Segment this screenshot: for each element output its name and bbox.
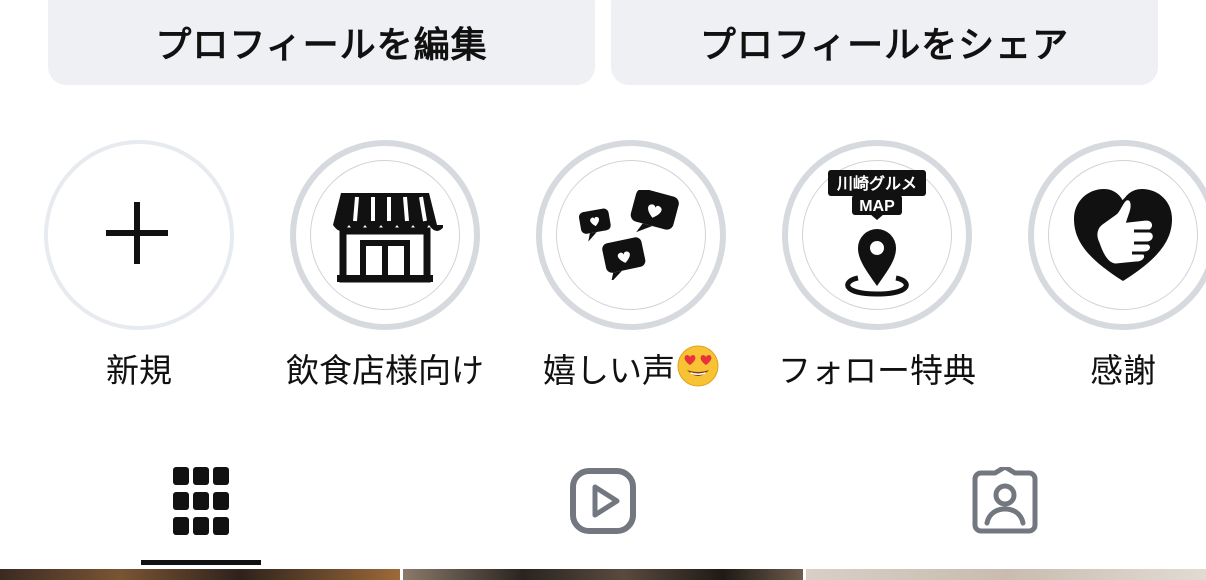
- thumbs-up-heart-icon: [1048, 160, 1198, 310]
- edit-profile-button[interactable]: プロフィールを編集: [48, 0, 595, 85]
- highlight-happy-voices[interactable]: 嬉しい声: [508, 140, 754, 390]
- storefront-icon: [310, 160, 460, 310]
- highlight-label: 感謝: [1090, 351, 1156, 390]
- profile-content-tabs: [0, 440, 1206, 566]
- map-badge-line1: 川崎グルメ: [836, 174, 917, 193]
- highlight-label: 新規: [106, 351, 172, 390]
- reels-play-icon: [569, 467, 637, 539]
- tab-tagged[interactable]: [804, 440, 1206, 566]
- tab-posts-grid[interactable]: [0, 440, 402, 566]
- plus-icon: [62, 158, 212, 308]
- highlight-label: 飲食店様向け: [286, 351, 484, 390]
- share-profile-button[interactable]: プロフィールをシェア: [611, 0, 1158, 85]
- highlight-ring: 川崎グルメ MAP: [782, 140, 972, 330]
- profile-action-row: プロフィールを編集 プロフィールをシェア: [0, 0, 1206, 86]
- heart-eyes-emoji-icon: [677, 345, 719, 395]
- heart-chat-bubbles-icon: [556, 160, 706, 310]
- highlight-label: フォロー特典: [778, 351, 976, 390]
- highlight-ring: [536, 140, 726, 330]
- highlight-restaurants[interactable]: 飲食店様向け: [262, 140, 508, 390]
- tab-reels[interactable]: [402, 440, 804, 566]
- active-tab-indicator: [141, 560, 261, 565]
- highlight-label: 嬉しい声: [498, 344, 764, 395]
- post-thumbnail[interactable]: [0, 569, 400, 580]
- highlight-new[interactable]: 新規: [16, 140, 262, 390]
- highlight-label-text: 嬉しい声: [543, 351, 675, 390]
- share-profile-label: プロフィールをシェア: [699, 24, 1070, 66]
- grid-icon: [173, 467, 229, 539]
- highlight-ring: [1028, 140, 1206, 330]
- highlight-ring: [44, 140, 234, 330]
- story-highlights: 新規 飲食店様向け 嬉しい声 川崎グルメ MAP フォロー特典 感謝: [0, 140, 1206, 390]
- map-pin-icon: 川崎グルメ MAP: [802, 160, 952, 310]
- edit-profile-label: プロフィールを編集: [155, 24, 488, 66]
- post-thumbnail[interactable]: [403, 569, 803, 580]
- highlight-thanks[interactable]: 感謝: [1000, 140, 1206, 390]
- map-badge-line2: MAP: [859, 198, 895, 215]
- post-thumbnail[interactable]: [806, 569, 1206, 580]
- tagged-person-icon: [971, 464, 1039, 539]
- highlight-follow-perk[interactable]: 川崎グルメ MAP フォロー特典: [754, 140, 1000, 390]
- highlight-ring: [290, 140, 480, 330]
- posts-grid-preview: [0, 569, 1206, 580]
